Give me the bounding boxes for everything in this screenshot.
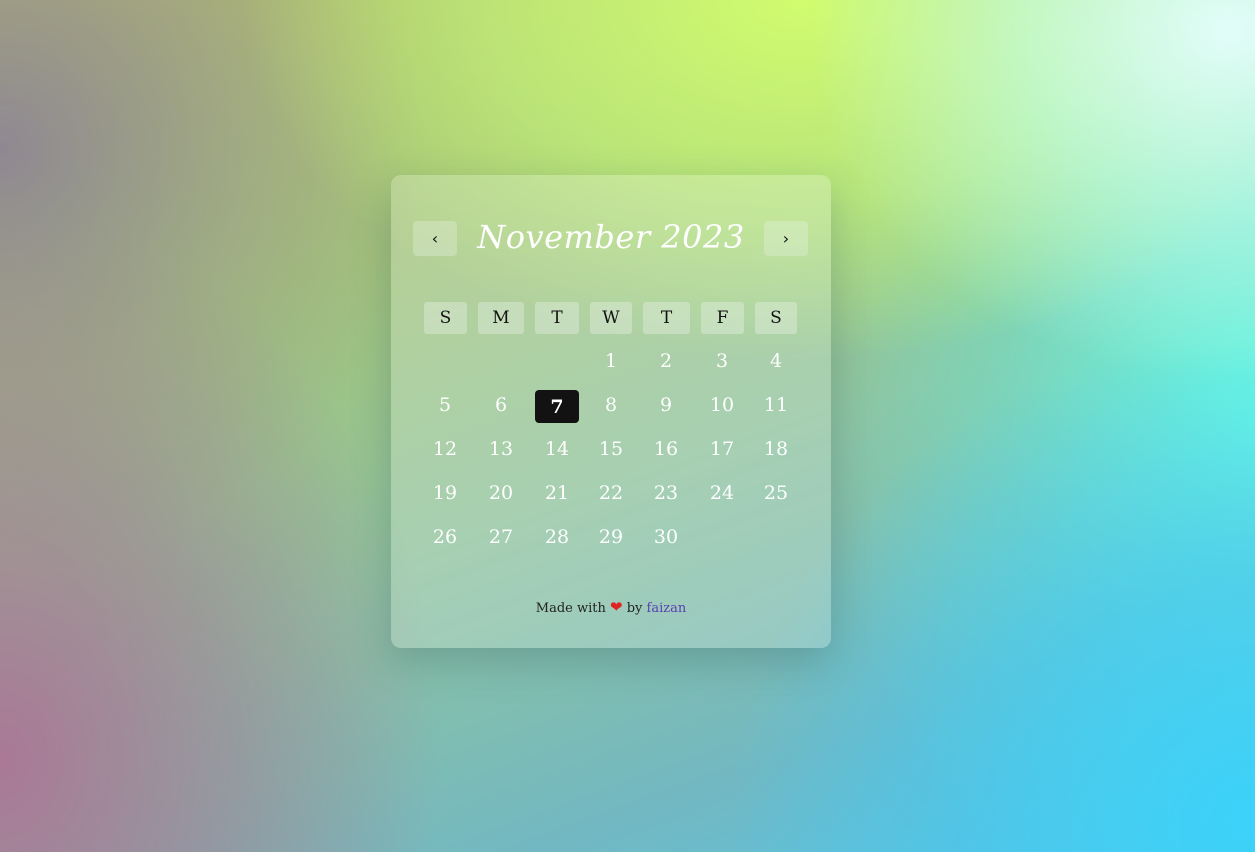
weekday-mon: M xyxy=(478,302,524,334)
day-cell[interactable]: 2 xyxy=(644,344,688,377)
day-cell[interactable]: 9 xyxy=(644,388,688,421)
day-cell[interactable]: 1 xyxy=(589,344,633,377)
by-text: by xyxy=(626,601,643,616)
day-cell[interactable]: 18 xyxy=(754,432,798,465)
day-cell[interactable]: 21 xyxy=(535,476,579,509)
weekday-wed: W xyxy=(590,302,632,334)
next-month-button[interactable]: › xyxy=(764,221,808,256)
day-cell[interactable]: 4 xyxy=(754,344,798,377)
day-cell[interactable]: 5 xyxy=(423,388,467,421)
day-cell[interactable]: 6 xyxy=(479,388,523,421)
day-cell[interactable]: 29 xyxy=(589,520,633,553)
day-cell[interactable]: 25 xyxy=(754,476,798,509)
month-title: November 2023 xyxy=(477,218,745,256)
weekday-thu: T xyxy=(643,302,690,334)
day-cell[interactable]: 22 xyxy=(589,476,633,509)
day-cell[interactable]: 13 xyxy=(479,432,523,465)
day-cell[interactable]: 14 xyxy=(535,432,579,465)
day-cell[interactable]: 12 xyxy=(423,432,467,465)
day-cell[interactable]: 27 xyxy=(479,520,523,553)
day-cell[interactable]: 10 xyxy=(700,388,744,421)
day-cell[interactable]: 19 xyxy=(423,476,467,509)
day-cell[interactable]: 23 xyxy=(644,476,688,509)
day-cell[interactable]: 17 xyxy=(700,432,744,465)
day-cell[interactable]: 15 xyxy=(589,432,633,465)
day-cell[interactable]: 26 xyxy=(423,520,467,553)
weekday-fri: F xyxy=(701,302,744,334)
heart-icon: ❤ xyxy=(610,598,623,616)
day-cell[interactable]: 28 xyxy=(535,520,579,553)
day-cell[interactable]: 20 xyxy=(479,476,523,509)
day-cell[interactable]: 16 xyxy=(644,432,688,465)
prev-month-button[interactable]: ‹ xyxy=(413,221,457,256)
day-cell[interactable]: 11 xyxy=(754,388,798,421)
day-cell[interactable]: 8 xyxy=(589,388,633,421)
made-with-text: Made with xyxy=(535,601,606,616)
weekday-sun: S xyxy=(424,302,467,334)
chevron-right-icon: › xyxy=(782,229,790,248)
chevron-left-icon: ‹ xyxy=(431,229,439,248)
weekday-tue: T xyxy=(535,302,579,334)
day-cell[interactable]: 24 xyxy=(700,476,744,509)
weekday-sat: S xyxy=(755,302,797,334)
day-cell[interactable]: 3 xyxy=(700,344,744,377)
author-link[interactable]: faizan xyxy=(647,601,687,616)
calendar-card: ‹ November 2023 › S M T W T F S 1 2 3 4 … xyxy=(391,175,831,648)
day-cell-today[interactable]: 7 xyxy=(535,390,579,423)
day-cell[interactable]: 30 xyxy=(644,520,688,553)
footer-credit: Made with ❤ by faizan xyxy=(391,598,831,616)
